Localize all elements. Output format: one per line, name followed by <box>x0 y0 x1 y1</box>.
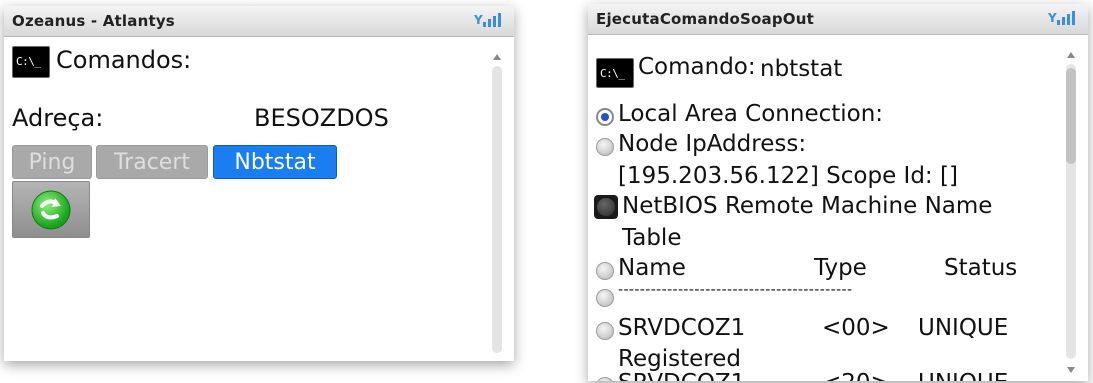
commands-label: Comandos: <box>56 46 192 74</box>
radio-icon[interactable] <box>596 322 614 340</box>
window-title: EjecutaComandoSoapOut <box>596 10 814 28</box>
row-status: UNIQUE <box>918 370 1008 381</box>
radio-icon[interactable] <box>596 377 614 381</box>
output-line-netbios: NetBIOS Remote Machine Name <box>622 193 993 219</box>
refresh-arrow-icon <box>31 190 71 230</box>
radio-icon[interactable] <box>596 138 614 156</box>
row-name: SRVDCOZ1 <box>618 370 745 381</box>
radio-icon[interactable] <box>596 289 614 307</box>
address-label: Adreça: <box>12 104 104 132</box>
row-registered: Registered <box>618 346 741 372</box>
column-header-name: Name <box>618 255 686 281</box>
svg-text:Y: Y <box>1048 11 1057 25</box>
command-label: Comando: <box>638 54 756 80</box>
execute-button[interactable] <box>12 181 90 238</box>
scroll-up-icon[interactable] <box>1067 52 1075 58</box>
radio-focused-icon[interactable] <box>594 195 618 219</box>
scroll-up-icon[interactable] <box>493 54 501 60</box>
row-name: SRVDCOZ1 <box>618 315 746 341</box>
left-screen: Ozeanus - Atlantys Y C:\_ Comandos: Adre… <box>4 6 514 361</box>
output-line-ip: [195.203.56.122] Scope Id: [] <box>618 163 958 189</box>
tracert-button[interactable]: Tracert <box>96 145 208 179</box>
row-status: UNIQUE <box>918 315 1009 341</box>
scrollbar[interactable] <box>1066 64 1076 359</box>
row-type: <00> <box>822 315 890 341</box>
right-screen: EjecutaComandoSoapOut Y C:\_ Comando: nb… <box>588 4 1088 381</box>
radio-icon[interactable] <box>596 262 614 280</box>
svg-text:Y: Y <box>474 13 483 27</box>
output-line-node: Node IpAddress: <box>618 131 807 157</box>
title-bar: EjecutaComandoSoapOut Y <box>588 4 1088 35</box>
nbtstat-button[interactable]: Nbtstat <box>213 145 337 179</box>
column-header-type: Type <box>814 255 867 281</box>
output-line-table: Table <box>622 225 682 251</box>
title-bar: Ozeanus - Atlantys Y <box>4 6 514 37</box>
row-type: <20> <box>822 370 890 381</box>
ping-button[interactable]: Ping <box>12 145 92 179</box>
scroll-down-icon[interactable] <box>1067 367 1075 373</box>
signal-strength-icon: Y <box>1048 11 1075 25</box>
scrollbar-thumb[interactable] <box>1066 68 1076 164</box>
address-value[interactable]: BESOZDOS <box>254 104 389 132</box>
column-header-status: Status <box>944 255 1018 281</box>
command-prompt-icon: C:\_ <box>596 58 634 88</box>
signal-strength-icon: Y <box>474 13 501 27</box>
radio-selected-icon[interactable] <box>596 108 614 126</box>
window-title: Ozeanus - Atlantys <box>12 12 175 30</box>
scrollbar[interactable] <box>492 66 502 353</box>
command-prompt-icon: C:\_ <box>12 46 50 78</box>
separator-line: ----------------------------------------… <box>618 282 853 298</box>
command-value: nbtstat <box>760 56 843 82</box>
output-line-connection: Local Area Connection: <box>618 101 884 127</box>
